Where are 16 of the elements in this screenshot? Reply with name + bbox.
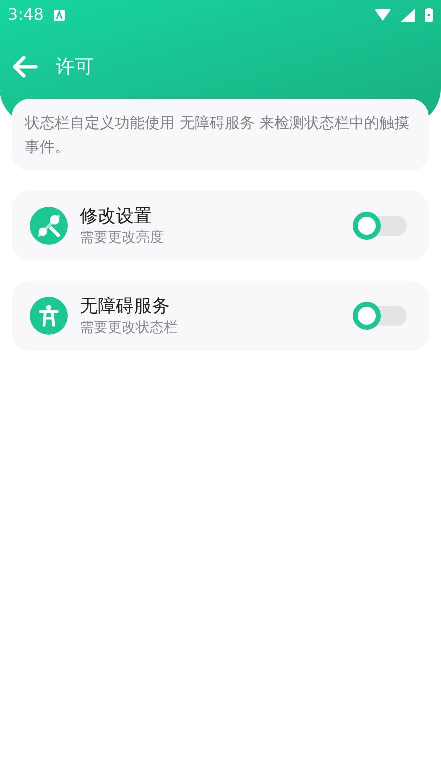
toggle-switch[interactable] xyxy=(353,302,407,330)
battery-icon xyxy=(425,8,433,22)
back-button[interactable] xyxy=(12,56,38,78)
permission-subtitle: 需要更改亮度 xyxy=(80,229,165,247)
info-text: 状态栏自定义功能使用 无障碍服务 来检测状态栏中的触摸事件。 xyxy=(25,113,411,158)
tools-icon xyxy=(30,207,68,245)
permission-title: 修改设置 xyxy=(80,205,153,229)
permission-subtitle: 需要更改状态栏 xyxy=(80,319,179,337)
toggle-switch[interactable] xyxy=(353,212,407,240)
permission-title: 无障碍服务 xyxy=(80,295,171,319)
wifi-icon xyxy=(375,9,391,21)
clock: 3:48 xyxy=(8,4,44,26)
screen-title: 许可 xyxy=(56,54,94,80)
signal-icon xyxy=(401,8,415,22)
notification-icon xyxy=(54,10,65,20)
accessibility-icon xyxy=(30,297,68,335)
